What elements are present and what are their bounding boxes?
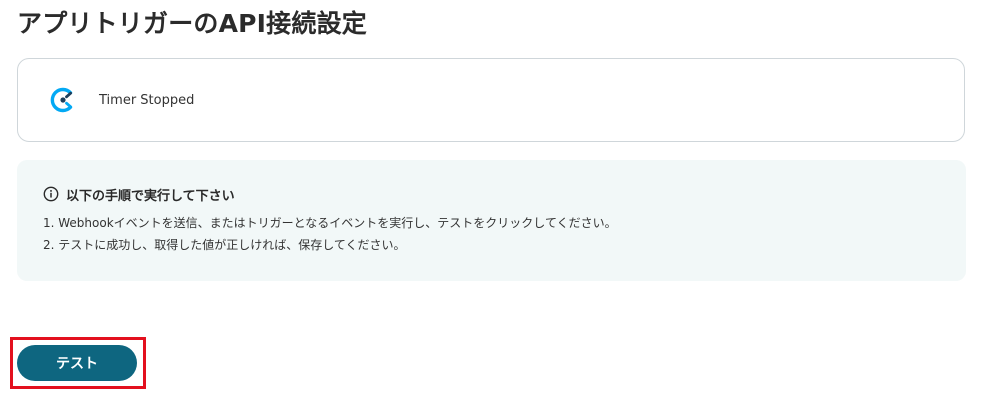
trigger-card[interactable]: Timer Stopped [17, 58, 965, 142]
instruction-step: 1. Webhookイベントを送信、またはトリガーとなるイベントを実行し、テスト… [43, 216, 617, 230]
instructions-heading-text: 以下の手順で実行して下さい [66, 188, 235, 204]
info-icon [43, 186, 59, 202]
instructions-box: 以下の手順で実行して下さい 1. Webhookイベントを送信、またはトリガーと… [17, 160, 966, 281]
instruction-step: 2. テストに成功し、取得した値が正しければ、保存してください。 [43, 238, 406, 252]
instruction-steps: 1. Webhookイベントを送信、またはトリガーとなるイベントを実行し、テスト… [43, 212, 940, 256]
clockify-clock-icon [48, 85, 78, 115]
page-title: アプリトリガーのAPI接続設定 [17, 9, 367, 38]
instructions-heading: 以下の手順で実行して下さい [43, 185, 940, 204]
trigger-name: Timer Stopped [99, 92, 195, 108]
test-button[interactable]: テスト [17, 345, 137, 381]
